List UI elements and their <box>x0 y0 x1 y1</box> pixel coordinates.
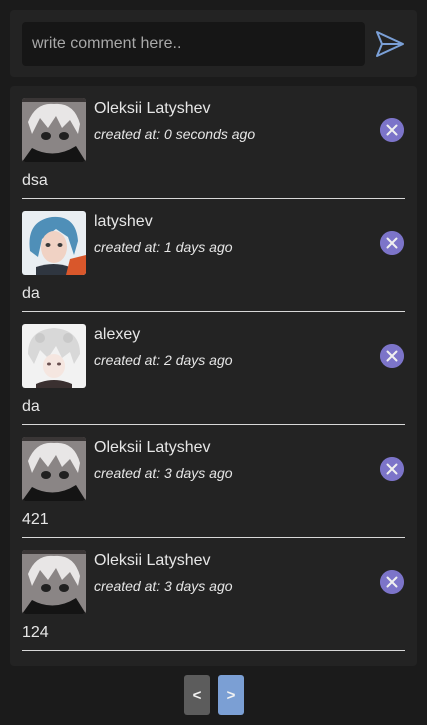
comment-author: latyshev <box>94 213 153 230</box>
comment-text: da <box>22 285 40 302</box>
delete-comment-icon[interactable] <box>380 457 404 481</box>
comment-input[interactable] <box>22 22 365 66</box>
comment-timestamp: created at: 3 days ago <box>94 465 233 481</box>
avatar <box>22 211 86 275</box>
previous-page-button[interactable]: < <box>184 675 210 715</box>
next-page-button[interactable]: > <box>218 675 244 715</box>
send-icon[interactable] <box>374 28 406 60</box>
comment-text: dsa <box>22 172 48 189</box>
comment-composer <box>10 10 417 77</box>
avatar <box>22 550 86 614</box>
comment-text: 124 <box>22 624 49 641</box>
comment-timestamp: created at: 3 days ago <box>94 578 233 594</box>
comment-author: Oleksii Latyshev <box>94 552 211 569</box>
comment-item: Oleksii Latyshev created at: 3 days ago … <box>22 425 405 538</box>
comment-timestamp: created at: 1 days ago <box>94 239 233 255</box>
delete-comment-icon[interactable] <box>380 570 404 594</box>
comment-item: Oleksii Latyshev created at: 3 days ago … <box>22 538 405 651</box>
comment-text: da <box>22 398 40 415</box>
delete-comment-icon[interactable] <box>380 118 404 142</box>
delete-comment-icon[interactable] <box>380 231 404 255</box>
comment-timestamp: created at: 0 seconds ago <box>94 126 256 142</box>
avatar <box>22 98 86 162</box>
comment-item: latyshev created at: 1 days ago da <box>22 199 405 312</box>
comment-author: alexey <box>94 326 141 343</box>
comment-item: Oleksii Latyshev created at: 0 seconds a… <box>22 86 405 199</box>
delete-comment-icon[interactable] <box>380 344 404 368</box>
comments-list: Oleksii Latyshev created at: 0 seconds a… <box>10 86 417 666</box>
comment-author: Oleksii Latyshev <box>94 439 211 456</box>
comment-text: 421 <box>22 511 49 528</box>
avatar <box>22 437 86 501</box>
comment-timestamp: created at: 2 days ago <box>94 352 233 368</box>
comment-author: Oleksii Latyshev <box>94 100 211 117</box>
comment-item: alexey created at: 2 days ago da <box>22 312 405 425</box>
avatar <box>22 324 86 388</box>
